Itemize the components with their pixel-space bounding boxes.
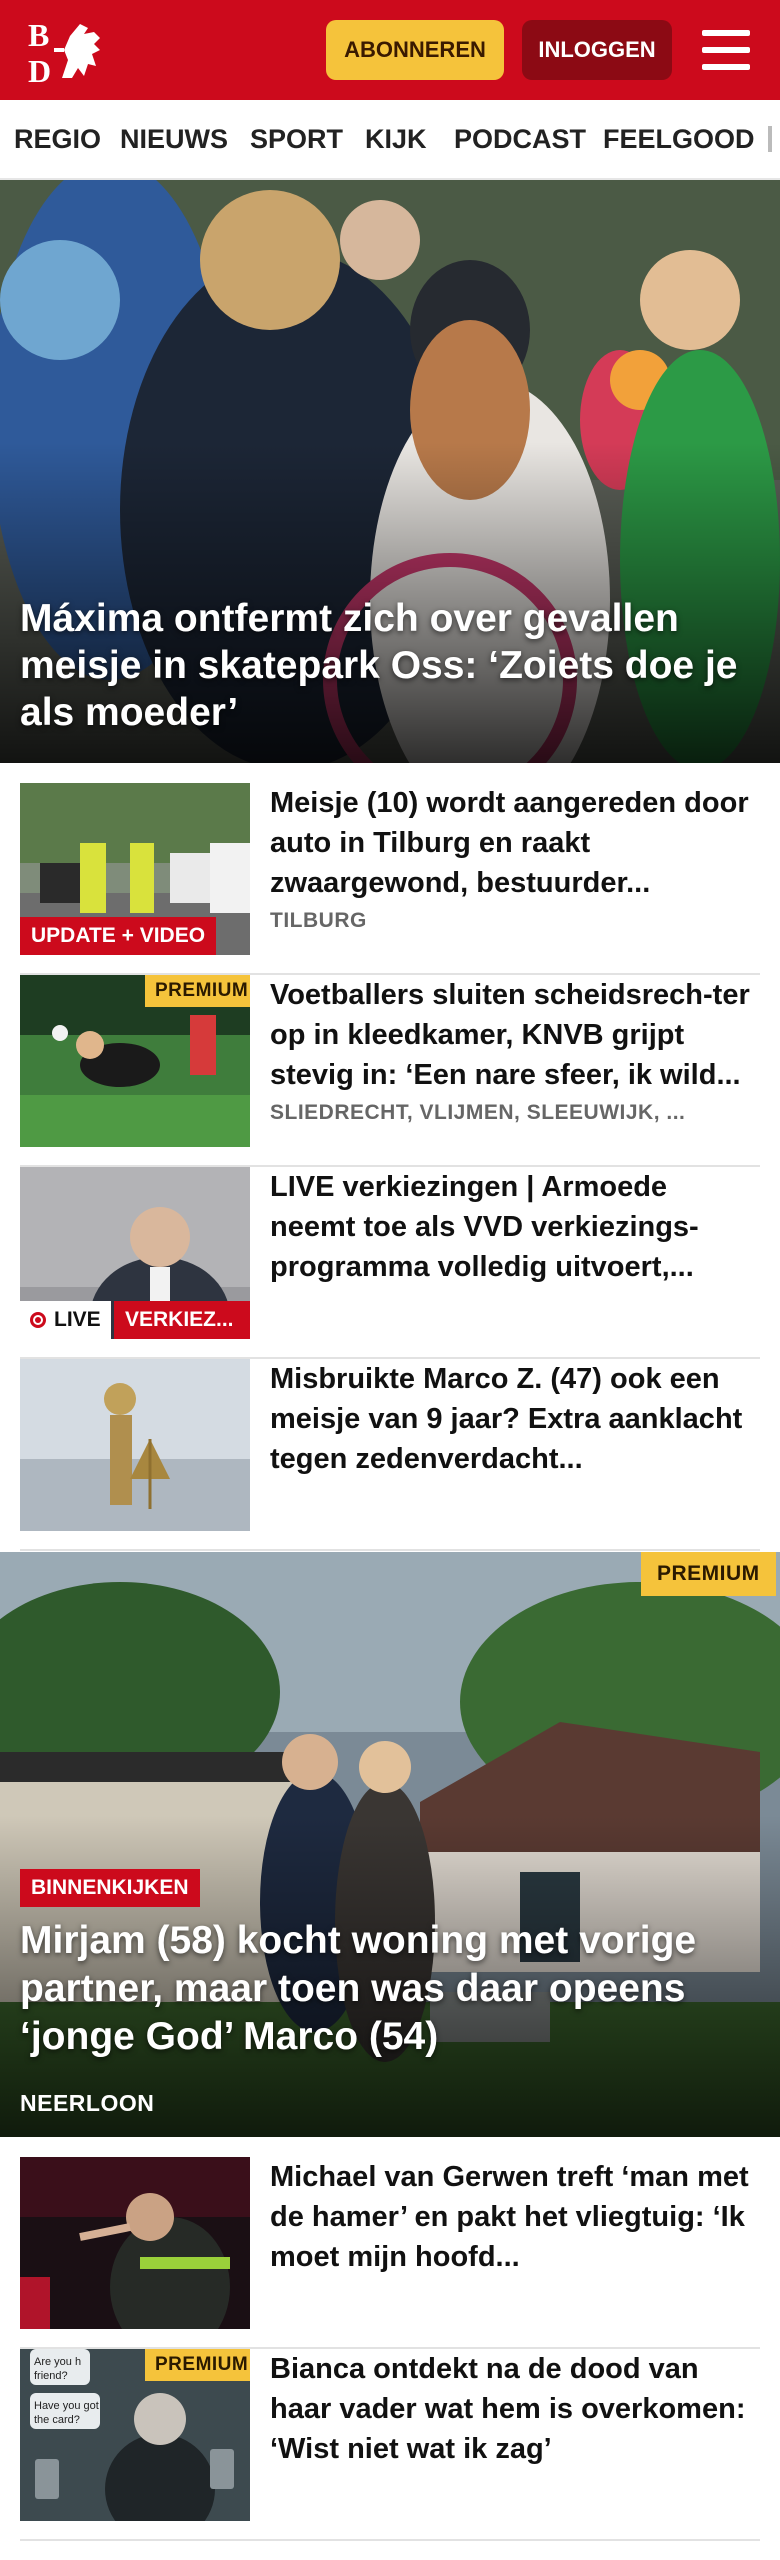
bd-logo[interactable]: B D [28,16,114,89]
article-title[interactable]: Meisje (10) wordt aangereden door auto i… [270,783,760,903]
article-title[interactable]: Michael van Gerwen treft ‘man met de ham… [270,2157,760,2277]
live-label: LIVE [54,1308,101,1331]
article-title[interactable]: Bianca ontdekt na de dood van haar vader… [270,2349,760,2469]
premium-badge: PREMIUM [641,1552,776,1596]
feature-article[interactable]: PREMIUM BINNENKIJKEN Mirjam (58) kocht w… [0,1552,780,2137]
article-card[interactable]: LIVE VERKIEZ... LIVE verkiezingen | Armo… [20,1167,760,1359]
hero-article[interactable]: Máxima ontfermt zich over gevallen meisj… [0,180,780,763]
article-title[interactable]: Voetballers sluiten scheidsrech-ter op i… [270,975,760,1095]
article-label-badge: UPDATE + VIDEO [20,917,217,955]
article-title[interactable]: LIVE verkiezingen | Armoede neemt toe al… [270,1167,760,1287]
article-thumbnail: Are you h friend? Have you got the card?… [20,2349,250,2521]
hamburger-menu-icon[interactable] [698,24,754,76]
svg-text:D: D [28,53,51,86]
nav-item-nieuws[interactable]: NIEUWS [120,124,228,155]
article-card[interactable]: PREMIUM Voetballers sluiten scheidsrech-… [20,975,760,1167]
article-card[interactable]: Are you h friend? Have you got the card?… [20,2349,760,2541]
thumb-caption: friend? [34,2370,68,2382]
article-label-badge: VERKIEZ... [114,1301,250,1339]
feature-title[interactable]: Mirjam (58) kocht woning met vorige part… [20,1917,760,2061]
login-button[interactable]: INLOGGEN [522,20,672,80]
article-card[interactable]: UPDATE + VIDEO Meisje (10) wordt aangere… [20,783,760,975]
thumb-caption: Have you got [34,2400,99,2412]
article-location: SLIEDRECHT, VLIJMEN, SLEEUWIJK, ... [270,1101,686,1124]
article-thumbnail [20,2157,250,2329]
nav-overflow-indicator [768,126,772,152]
article-thumbnail: PREMIUM [20,975,250,1147]
svg-text:B: B [28,17,49,53]
thumb-caption: Are you h [34,2356,81,2368]
hero-title[interactable]: Máxima ontfermt zich over gevallen meisj… [20,595,760,736]
article-thumbnail: UPDATE + VIDEO [20,783,250,955]
article-title[interactable]: Misbruikte Marco Z. (47) ook een meisje … [270,1359,760,1479]
premium-badge: PREMIUM [145,2349,250,2381]
article-thumbnail: LIVE VERKIEZ... [20,1167,250,1339]
thumb-caption: the card? [34,2414,80,2426]
live-dot-icon [30,1312,46,1328]
article-location: TILBURG [270,909,367,932]
nav-item-feelgood[interactable]: FEELGOOD [603,124,755,155]
subscribe-button[interactable]: ABONNEREN [326,20,504,80]
article-card[interactable]: Misbruikte Marco Z. (47) ook een meisje … [20,1359,760,1551]
nav-item-kijk[interactable]: KIJK [365,124,427,155]
live-badge: LIVE [20,1301,111,1339]
nav-item-podcast[interactable]: PODCAST [454,124,586,155]
article-thumbnail [20,1359,250,1531]
section-nav: REGIO NIEUWS SPORT KIJK PODCAST FEELGOOD [0,100,780,180]
premium-badge: PREMIUM [145,975,250,1007]
site-header: B D ABONNEREN INLOGGEN [0,0,780,100]
article-card[interactable]: Michael van Gerwen treft ‘man met de ham… [20,2157,760,2349]
nav-item-regio[interactable]: REGIO [14,124,101,155]
feature-label-badge: BINNENKIJKEN [20,1869,200,1907]
feature-location: NEERLOON [20,2090,155,2116]
nav-item-sport[interactable]: SPORT [250,124,343,155]
